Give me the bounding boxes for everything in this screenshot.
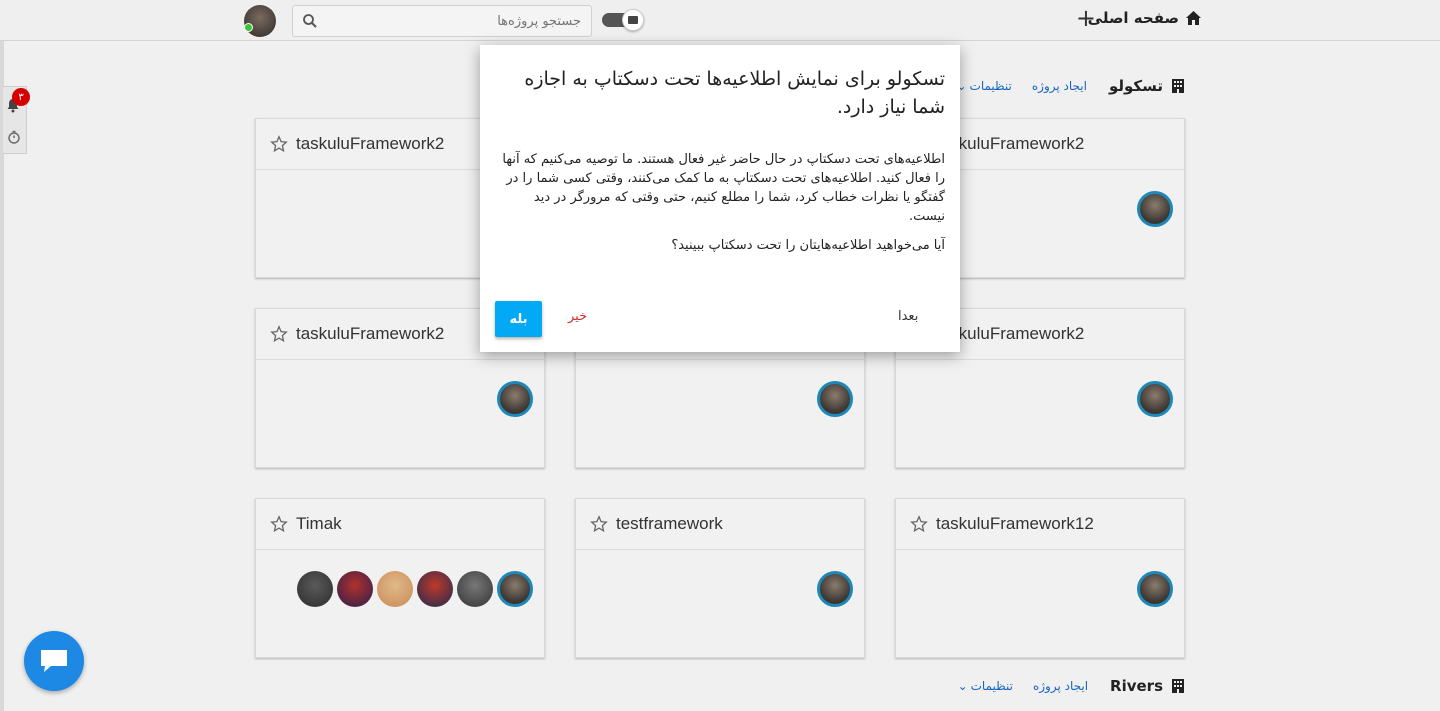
dialog-title: تسکولو برای نمایش اطلاعیه‌ها تحت دسکتاپ … — [524, 68, 945, 118]
later-button[interactable]: بعدا — [898, 309, 918, 324]
dialog-question: آیا می‌خواهید اطلاعیه‌هایتان را تحت دسکت… — [671, 238, 945, 253]
dialog-body: اطلاعیه‌های تحت دسکتاپ در حال حاضر غیر ف… — [502, 152, 945, 224]
notification-permission-dialog: تسکولو برای نمایش اطلاعیه‌ها تحت دسکتاپ … — [480, 45, 960, 352]
yes-button[interactable]: بله — [495, 301, 542, 337]
no-button[interactable]: خیر — [568, 309, 587, 324]
